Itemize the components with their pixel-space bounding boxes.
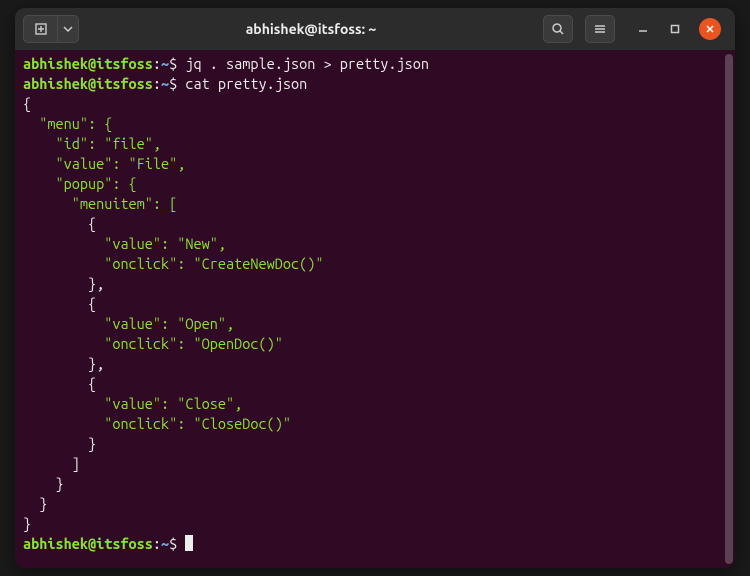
json-output-line: } <box>23 475 64 492</box>
json-output-line: }, <box>23 275 104 292</box>
json-output-line: "onclick": "OpenDoc()" <box>23 335 283 352</box>
titlebar-right-controls <box>543 15 727 43</box>
json-output-line: "id": "file", <box>23 135 161 152</box>
prompt-colon: : <box>153 535 161 552</box>
maximize-icon <box>670 24 680 34</box>
cursor <box>185 535 193 551</box>
json-output-line: "value": "Close", <box>23 395 242 412</box>
json-output-line: } <box>23 435 96 452</box>
tab-dropdown-button[interactable] <box>57 15 79 43</box>
terminal-content: abhishek@itsfoss:~$ jq . sample.json > p… <box>23 54 727 554</box>
search-icon <box>551 22 565 36</box>
json-output-line: "value": "Open", <box>23 315 234 332</box>
json-output-line: "menuitem": [ <box>23 195 177 212</box>
json-output-line: "value": "File", <box>23 155 185 172</box>
json-output-line: } <box>23 495 47 512</box>
json-output-line: }, <box>23 355 104 372</box>
json-output-line: "popup": { <box>23 175 137 192</box>
search-button[interactable] <box>543 15 573 43</box>
scrollbar-thumb[interactable] <box>725 54 733 564</box>
minimize-button[interactable] <box>635 21 651 37</box>
prompt-path: ~ <box>161 535 169 552</box>
command-1: jq . sample.json > pretty.json <box>185 55 429 72</box>
titlebar: abhishek@itsfoss: ~ <box>15 8 735 50</box>
prompt-colon: : <box>153 55 161 72</box>
prompt-user-host: abhishek@itsfoss <box>23 75 153 92</box>
prompt-path: ~ <box>161 75 169 92</box>
json-output-line: "value": "New", <box>23 235 226 252</box>
chevron-down-icon <box>63 24 73 34</box>
new-tab-button[interactable] <box>23 15 57 43</box>
command-text <box>177 535 185 552</box>
json-output-line: { <box>23 95 31 112</box>
terminal-window: abhishek@itsfoss: ~ abhishek@its <box>15 8 735 568</box>
menu-button[interactable] <box>585 15 615 43</box>
window-title: abhishek@itsfoss: ~ <box>83 21 539 37</box>
prompt-path: ~ <box>161 55 169 72</box>
command-2: cat pretty.json <box>185 75 307 92</box>
terminal-body[interactable]: abhishek@itsfoss:~$ jq . sample.json > p… <box>15 50 735 568</box>
hamburger-icon <box>593 22 607 36</box>
titlebar-left-controls <box>23 15 79 43</box>
scrollbar[interactable] <box>725 54 733 564</box>
json-output-line: { <box>23 295 96 312</box>
prompt-user-host: abhishek@itsfoss <box>23 535 153 552</box>
close-icon <box>705 24 715 34</box>
json-output-line: "onclick": "CloseDoc()" <box>23 415 291 432</box>
close-button[interactable] <box>699 18 721 40</box>
json-output-line: "menu": { <box>23 115 112 132</box>
prompt-user-host: abhishek@itsfoss <box>23 55 153 72</box>
new-tab-icon <box>34 22 48 36</box>
maximize-button[interactable] <box>667 21 683 37</box>
minimize-icon <box>638 24 648 34</box>
json-output-line: "onclick": "CreateNewDoc()" <box>23 255 323 272</box>
json-output-line: { <box>23 215 96 232</box>
prompt-colon: : <box>153 75 161 92</box>
window-controls <box>635 18 721 40</box>
json-output-line: } <box>23 515 31 532</box>
json-output-line: { <box>23 375 96 392</box>
json-output-line: ] <box>23 455 80 472</box>
